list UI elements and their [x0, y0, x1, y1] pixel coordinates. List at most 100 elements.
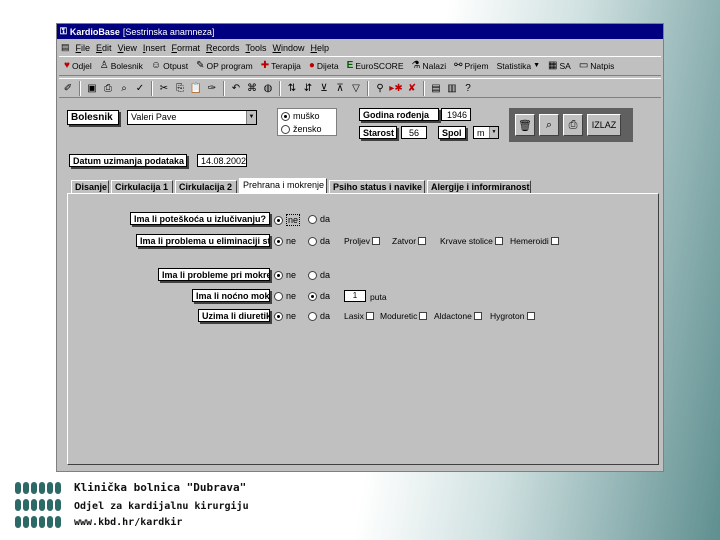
q5-ne-radio[interactable]: ne	[274, 311, 296, 321]
magnifier-icon: ⌕	[545, 118, 553, 131]
q5-aldactone-checkbox[interactable]: Aldactone	[434, 311, 482, 321]
q4-unit-label: puta	[370, 292, 387, 302]
q2-hemeroidi-checkbox[interactable]: Hemeroidi	[510, 236, 559, 246]
euroscore-button[interactable]: E EuroSCORE	[344, 58, 407, 75]
spelling-icon[interactable]: ✓	[133, 81, 147, 95]
bolesnik-select[interactable]: Valeri Pave ▼	[127, 110, 257, 125]
spol-select[interactable]: m ▼	[473, 126, 499, 139]
menu-file[interactable]: File	[76, 43, 91, 53]
q2-proljev-checkbox[interactable]: Proljev	[344, 236, 380, 246]
sex-zenski-radio[interactable]: žensko	[281, 124, 322, 134]
q5-hygroton-checkbox[interactable]: Hygroton	[490, 311, 535, 321]
q2-zatvor-checkbox[interactable]: Zatvor	[392, 236, 427, 246]
copy-icon[interactable]: ⎘	[173, 81, 187, 95]
help-icon[interactable]: ?	[461, 81, 475, 95]
app-title: KardioBase	[69, 26, 120, 37]
prijem-button[interactable]: ⚯ Prijem	[451, 58, 491, 75]
otpust-button[interactable]: ☺ Otpust	[148, 58, 191, 75]
menu-insert[interactable]: Insert	[143, 43, 166, 53]
menu-view[interactable]: View	[118, 43, 137, 53]
q3-ne-radio[interactable]: ne	[274, 270, 296, 280]
menu-records[interactable]: Records	[206, 43, 240, 53]
radio-empty-icon	[308, 214, 317, 224]
q2-ne-radio[interactable]: ne	[274, 236, 296, 246]
chevron-down-icon[interactable]: ▼	[489, 127, 498, 138]
footer-url: www.kbd.hr/kardkir	[74, 517, 183, 528]
q5-lasix-checkbox[interactable]: Lasix	[344, 311, 374, 321]
menu-help[interactable]: Help	[311, 43, 330, 53]
delete-button[interactable]: 🗑	[515, 114, 535, 136]
print-button[interactable]: ⎙	[563, 114, 583, 136]
web-icon[interactable]: ◍	[261, 81, 275, 95]
bolesnik-button[interactable]: ♙ Bolesnik	[97, 58, 146, 75]
menu-tools[interactable]: Tools	[245, 43, 266, 53]
sort-asc-icon[interactable]: ⇅	[285, 81, 299, 95]
find-icon[interactable]: ⚲	[373, 81, 387, 95]
sa-button[interactable]: ▦ SA	[545, 58, 574, 75]
q5-da-radio[interactable]: da	[308, 311, 330, 321]
chevron-down-icon[interactable]: ▼	[246, 111, 256, 124]
footer-department: Odjel za kardijalnu kirurgiju	[74, 501, 249, 512]
q2-da-radio[interactable]: da	[308, 236, 330, 246]
menu-window[interactable]: Window	[273, 43, 305, 53]
trash-icon: 🗑	[518, 119, 532, 132]
radio-selected-icon	[274, 215, 283, 225]
starost-field[interactable]: 56	[401, 126, 427, 139]
q5-moduretic-checkbox[interactable]: Moduretic	[380, 311, 428, 321]
cut-icon[interactable]: ✂	[157, 81, 171, 95]
q2-krvave-stolice-checkbox[interactable]: Krvave stolice	[440, 236, 503, 246]
godina-field[interactable]: 1946	[441, 108, 471, 121]
tab-psiho-status[interactable]: Psiho status i navike	[329, 180, 425, 194]
dijeta-button[interactable]: ● Dijeta	[306, 58, 342, 75]
filter-icon[interactable]: ▽	[349, 81, 363, 95]
sort-desc-icon[interactable]: ⇵	[301, 81, 315, 95]
menu-edit[interactable]: Edit	[96, 43, 112, 53]
tab-disanje[interactable]: Disanje	[71, 180, 109, 194]
sex-muski-radio[interactable]: muško	[281, 111, 320, 121]
properties-icon[interactable]: ▤	[429, 81, 443, 95]
op-program-button[interactable]: ✎ OP program	[193, 58, 256, 75]
q1-ne-radio[interactable]: ne	[274, 214, 301, 226]
menu-bar: ▤ File Edit View Insert Format Records T…	[57, 40, 663, 55]
dropdown-arrow-icon: ▼	[533, 62, 541, 69]
natpis-button[interactable]: ▭ Natpis	[576, 58, 618, 75]
hospital-logo-icon	[15, 482, 65, 496]
odjel-button[interactable]: ♥ Odjel	[61, 58, 95, 75]
print-icon[interactable]: ⎙	[101, 81, 115, 95]
q3-da-radio[interactable]: da	[308, 270, 330, 280]
radio-selected-icon	[281, 111, 290, 121]
hyperlink-icon[interactable]: ⌘	[245, 81, 259, 95]
preview-icon[interactable]: ⌕	[117, 81, 131, 95]
tab-cirkulacija-1[interactable]: Cirkulacija 1	[111, 180, 173, 194]
new-record-icon[interactable]: ▸✱	[389, 81, 403, 95]
undo-icon[interactable]: ↶	[229, 81, 243, 95]
q5-label: Uzima li diuretike?	[198, 309, 270, 322]
preview-button[interactable]: ⌕	[539, 114, 559, 136]
q4-count-field[interactable]: 1	[344, 290, 366, 302]
nalazi-button[interactable]: ⚗ Nalazi	[409, 58, 450, 75]
filter-form-icon[interactable]: ⊼	[333, 81, 347, 95]
terapija-button[interactable]: ✚ Terapija	[258, 58, 304, 75]
heart-icon: ♥	[64, 60, 70, 71]
q1-da-radio[interactable]: da	[308, 214, 330, 224]
q4-da-radio[interactable]: da	[308, 291, 330, 301]
new-object-icon[interactable]: ▥	[445, 81, 459, 95]
filter-selection-icon[interactable]: ⊻	[317, 81, 331, 95]
menu-format[interactable]: Format	[171, 43, 200, 53]
toolbar-format: ✐ ▣ ⎙ ⌕ ✓ ✂ ⎘ 📋 ✑ ↶ ⌘ ◍ ⇅ ⇵ ⊻ ⊼ ▽ ⚲ ▸✱ ✘…	[59, 78, 661, 98]
q4-ne-radio[interactable]: ne	[274, 291, 296, 301]
tab-alergije[interactable]: Alergije i informiranost	[427, 180, 531, 194]
statistika-button[interactable]: Statistika ▼	[494, 58, 543, 75]
design-view-icon[interactable]: ✐	[61, 81, 75, 95]
datum-field[interactable]: 14.08.2002	[197, 154, 247, 167]
checkbox-icon	[371, 237, 380, 245]
izlaz-button[interactable]: IZLAZ	[587, 114, 621, 136]
format-painter-icon[interactable]: ✑	[205, 81, 219, 95]
paste-icon[interactable]: 📋	[189, 81, 203, 95]
save-icon[interactable]: ▣	[85, 81, 99, 95]
toolbar-separator	[223, 80, 225, 96]
radio-empty-icon	[308, 236, 317, 246]
delete-record-icon[interactable]: ✘	[405, 81, 419, 95]
tab-cirkulacija-2[interactable]: Cirkulacija 2	[175, 180, 237, 194]
toolbar-separator	[367, 80, 369, 96]
